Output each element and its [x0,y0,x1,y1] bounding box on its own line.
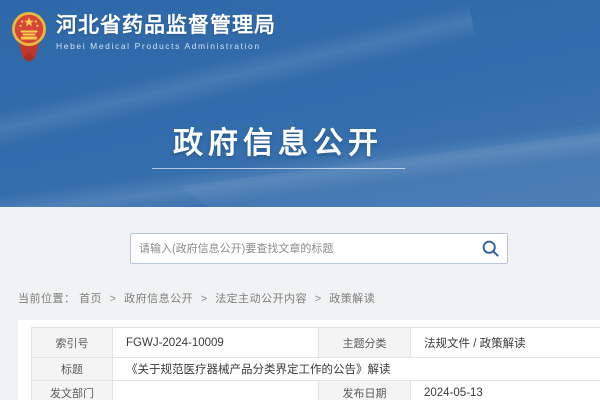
breadcrumb-link-statutory-content[interactable]: 法定主动公开内容 [215,293,307,305]
search-section: 当前位置： 首页 > 政府信息公开 > 法定主动公开内容 > 政策解读 [0,207,600,320]
site-banner: 河北省药品监督管理局 Hebei Medical Products Admini… [0,0,600,207]
site-logo[interactable]: 河北省药品监督管理局 Hebei Medical Products Admini… [10,8,276,62]
breadcrumb-link-home[interactable]: 首页 [79,293,102,305]
breadcrumb-link-policy-interpretation[interactable]: 政策解读 [329,293,375,305]
table-row: 标题 《关于规范医疗器械产品分类界定工作的公告》解读 [32,358,600,381]
document-meta-table: 索引号 FGWJ-2024-10009 主题分类 法规文件 / 政策解读 标题 … [31,327,600,400]
search-box [130,233,508,264]
publish-date-label: 发布日期 [319,381,411,400]
search-icon [481,239,500,258]
breadcrumb-link-info-disclosure[interactable]: 政府信息公开 [124,293,193,305]
issuing-department-label: 发文部门 [32,381,113,400]
index-number-label: 索引号 [32,328,113,358]
title-underline [152,168,405,169]
breadcrumb-separator: > [110,293,117,305]
national-emblem-icon [10,8,48,62]
breadcrumb-separator: > [201,293,208,305]
document-title-value: 《关于规范医疗器械产品分类界定工作的公告》解读 [113,358,600,381]
topic-category-label: 主题分类 [319,328,411,358]
document-title-label: 标题 [32,358,113,381]
breadcrumb-prefix: 当前位置： [18,293,76,305]
table-row: 发文部门 发布日期 2024-05-13 [32,381,600,400]
site-title: 河北省药品监督管理局 [56,14,276,38]
page-title: 政府信息公开 [0,118,556,162]
topic-category-value: 法规文件 / 政策解读 [411,328,600,358]
issuing-department-value [113,381,319,400]
index-number-value: FGWJ-2024-10009 [113,328,319,358]
page: 河北省药品监督管理局 Hebei Medical Products Admini… [0,0,600,400]
search-button[interactable] [473,234,507,263]
breadcrumb-separator: > [315,293,322,305]
site-name-block: 河北省药品监督管理局 Hebei Medical Products Admini… [56,8,276,62]
search-input[interactable] [131,234,473,263]
site-subtitle: Hebei Medical Products Administration [56,41,276,51]
table-row: 索引号 FGWJ-2024-10009 主题分类 法规文件 / 政策解读 [32,328,600,358]
breadcrumb: 当前位置： 首页 > 政府信息公开 > 法定主动公开内容 > 政策解读 [18,290,375,306]
publish-date-value: 2024-05-13 [411,381,600,400]
document-panel: 索引号 FGWJ-2024-10009 主题分类 法规文件 / 政策解读 标题 … [18,320,600,400]
